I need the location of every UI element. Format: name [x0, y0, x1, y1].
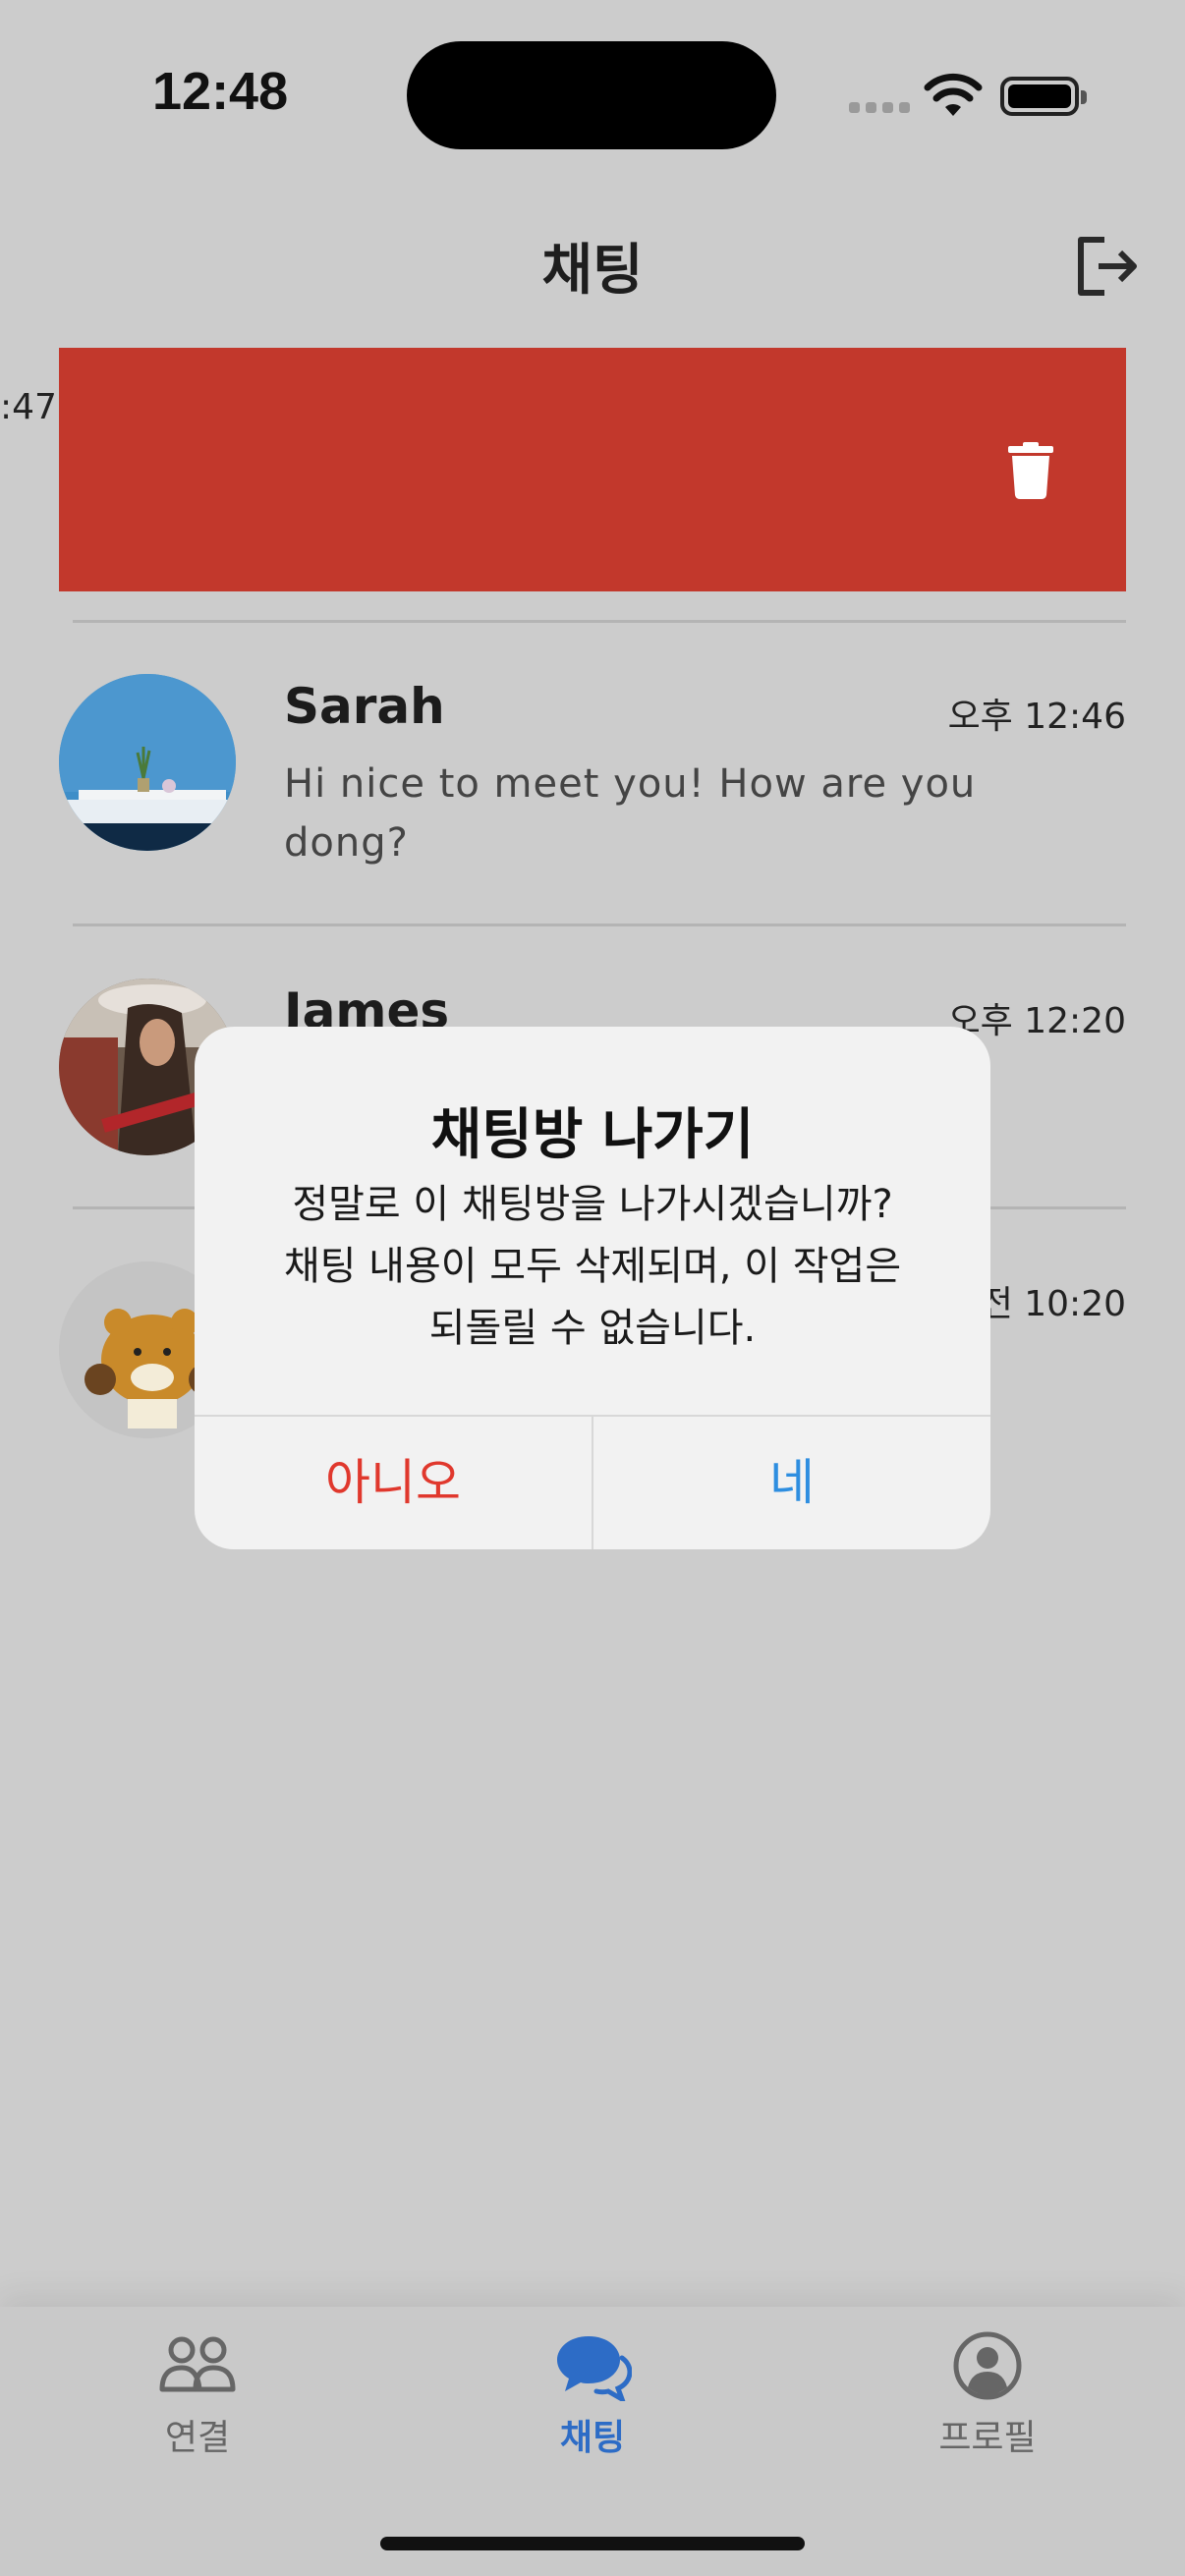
delete-action[interactable]	[59, 348, 1126, 591]
tab-label: 채팅	[559, 2418, 626, 2458]
profile-icon	[953, 2331, 1022, 2400]
dialog-message-line: 채팅 내용이 모두 삭제되며, 이 작업은	[283, 1244, 902, 1289]
row-divider	[73, 620, 1126, 623]
home-indicator	[380, 2537, 805, 2550]
dialog-title: 채팅방 나가기	[430, 1103, 755, 1167]
dialog-message-line: 정말로 이 채팅방을 나가시겠습니까?	[292, 1182, 893, 1227]
status-time: 12:48	[152, 62, 289, 121]
cellular-signal-icon	[849, 102, 910, 113]
chat-time: 전 10:20	[980, 1284, 1126, 1324]
avatar	[59, 674, 236, 851]
tab-label: 프로필	[938, 2418, 1037, 2458]
chat-bubbles-icon	[557, 2336, 632, 2401]
row-divider	[73, 924, 1126, 926]
tab-bar: 연결 채팅 프로필	[0, 2307, 1185, 2576]
tab-label: 연결	[164, 2418, 231, 2458]
page-title: 채팅	[541, 239, 644, 303]
dialog-message: 정말로 이 채팅방을 나가시겠습니까? 채팅 내용이 모두 삭제되며, 이 작업…	[234, 1174, 951, 1360]
dynamic-island	[407, 41, 776, 149]
chat-preview: Hi nice to meet you! How are you dong?	[284, 761, 977, 866]
chat-name: Sarah	[284, 678, 445, 735]
chat-time: 오후 12:46	[947, 697, 1126, 737]
tab-profile[interactable]: 프로필	[790, 2307, 1185, 2503]
dialog-message-line: 되돌릴 수 없습니다.	[428, 1306, 757, 1351]
trash-icon[interactable]	[1008, 442, 1053, 499]
swiped-row-time: :47	[0, 387, 57, 427]
confirm-dialog: 채팅방 나가기 정말로 이 채팅방을 나가시겠습니까? 채팅 내용이 모두 삭제…	[195, 1027, 990, 1549]
yes-button[interactable]: 네	[593, 1417, 990, 1549]
people-icon	[159, 2336, 236, 2392]
logout-icon[interactable]	[1073, 234, 1140, 299]
tab-connections[interactable]: 연결	[0, 2307, 395, 2503]
wifi-icon	[924, 73, 983, 116]
tab-chats[interactable]: 채팅	[395, 2307, 790, 2503]
no-button[interactable]: 아니오	[195, 1417, 592, 1549]
battery-icon	[1000, 77, 1087, 116]
